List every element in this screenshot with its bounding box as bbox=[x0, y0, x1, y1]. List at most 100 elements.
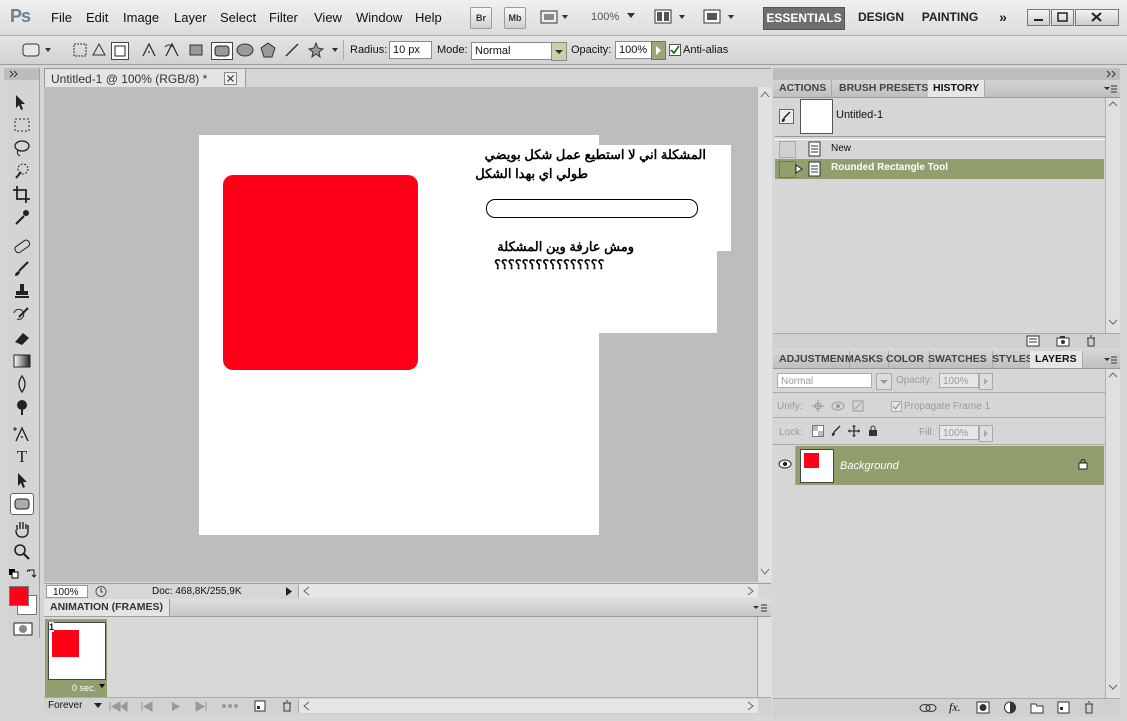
delete-state-icon[interactable] bbox=[1085, 335, 1097, 347]
rounded-rectangle-tool-icon[interactable] bbox=[10, 493, 34, 515]
tab-layers[interactable]: LAYERS bbox=[1030, 351, 1083, 368]
layers-vertical-scrollbar[interactable] bbox=[1105, 369, 1120, 698]
workspace-essentials[interactable]: ESSENTIALS bbox=[763, 7, 845, 30]
tab-brush-presets[interactable]: BRUSH PRESETS bbox=[834, 80, 935, 97]
menu-edit[interactable]: Edit bbox=[86, 10, 108, 25]
menu-image[interactable]: Image bbox=[123, 10, 159, 25]
document-horizontal-scrollbar[interactable] bbox=[298, 584, 758, 598]
tool-preset-picker[interactable] bbox=[22, 42, 54, 58]
lock-image-pixels-icon[interactable] bbox=[830, 425, 842, 437]
history-snapshot-thumbnail[interactable] bbox=[800, 99, 833, 134]
zoom-level-display[interactable]: 100% bbox=[591, 11, 619, 23]
mode-select[interactable]: Normal bbox=[471, 42, 556, 60]
close-document-icon[interactable] bbox=[224, 72, 237, 85]
shape-layers-icon[interactable] bbox=[72, 41, 88, 59]
freeform-pen-icon[interactable] bbox=[163, 41, 181, 59]
duplicate-frame-icon[interactable] bbox=[254, 700, 266, 712]
history-step-new[interactable]: New bbox=[775, 139, 1104, 159]
mode-dropdown-icon[interactable] bbox=[551, 42, 567, 61]
red-rounded-rectangle-shape[interactable] bbox=[223, 175, 418, 370]
next-frame-icon[interactable] bbox=[194, 701, 208, 712]
marquee-tool-icon[interactable] bbox=[11, 115, 33, 135]
workspace-painting[interactable]: PAINTING bbox=[918, 7, 982, 28]
pen-tool-sidebar-icon[interactable] bbox=[11, 424, 33, 444]
menu-file[interactable]: File bbox=[51, 10, 72, 25]
create-snapshot-icon[interactable] bbox=[1056, 335, 1070, 347]
document-tab[interactable]: Untitled-1 @ 100% (RGB/8) * bbox=[44, 68, 246, 88]
foreground-color-swatch[interactable] bbox=[9, 586, 29, 606]
frame-delay[interactable]: 0 sec. bbox=[72, 683, 96, 693]
status-menu-arrow-icon[interactable] bbox=[284, 585, 294, 598]
link-layers-icon[interactable] bbox=[919, 702, 937, 714]
dodge-tool-icon[interactable] bbox=[11, 397, 33, 417]
animation-panel-tab[interactable]: ANIMATION (FRAMES) bbox=[44, 599, 170, 616]
arrange-documents-icon[interactable] bbox=[654, 8, 688, 26]
screen-mode-dropdown-icon[interactable] bbox=[703, 8, 737, 26]
zoom-tool-icon[interactable] bbox=[11, 542, 33, 562]
layer-style-fx-icon[interactable]: fx. bbox=[949, 700, 961, 715]
history-brush-source-icon[interactable] bbox=[779, 109, 794, 124]
new-document-from-state-icon[interactable] bbox=[1026, 335, 1040, 347]
previous-frame-icon[interactable] bbox=[140, 701, 154, 712]
animation-frame-1[interactable]: 1 0 sec. bbox=[45, 619, 107, 697]
layers-panel-menu-icon[interactable] bbox=[1103, 355, 1119, 365]
healing-brush-tool-icon[interactable] bbox=[11, 236, 33, 256]
gradient-tool-icon[interactable] bbox=[11, 351, 33, 371]
lock-transparent-icon[interactable] bbox=[812, 425, 824, 437]
rounded-rectangle-shape-icon[interactable] bbox=[211, 42, 233, 60]
menu-layer[interactable]: Layer bbox=[174, 10, 207, 25]
tab-history[interactable]: HISTORY bbox=[928, 80, 986, 97]
delete-frame-icon[interactable] bbox=[281, 700, 293, 712]
new-group-icon[interactable] bbox=[1030, 701, 1044, 714]
tab-actions[interactable]: ACTIONS bbox=[774, 80, 833, 97]
line-shape-icon[interactable] bbox=[283, 41, 301, 59]
fill-input[interactable]: 100% bbox=[939, 425, 979, 440]
menu-help[interactable]: Help bbox=[415, 10, 442, 25]
menu-view[interactable]: View bbox=[314, 10, 342, 25]
lasso-tool-icon[interactable] bbox=[11, 138, 33, 158]
layer-background-row[interactable]: Background bbox=[775, 446, 1104, 485]
lock-position-icon[interactable] bbox=[848, 425, 860, 437]
paths-icon[interactable] bbox=[91, 41, 107, 59]
history-step-rounded-rectangle[interactable]: Rounded Rectangle Tool bbox=[775, 159, 1104, 179]
layer-opacity-arrow-icon[interactable] bbox=[979, 373, 993, 390]
lock-all-icon[interactable] bbox=[867, 425, 879, 437]
path-selection-tool-icon[interactable] bbox=[11, 470, 33, 490]
custom-shape-icon[interactable] bbox=[307, 41, 341, 59]
workspace-design[interactable]: DESIGN bbox=[853, 7, 909, 28]
history-state-slider-icon[interactable] bbox=[795, 164, 804, 174]
history-step-source-checkbox[interactable] bbox=[779, 141, 796, 158]
document-vertical-scrollbar[interactable] bbox=[757, 87, 772, 582]
restore-button[interactable] bbox=[1051, 9, 1074, 26]
menu-filter[interactable]: Filter bbox=[269, 10, 298, 25]
zoom-dropdown-icon[interactable] bbox=[627, 13, 635, 19]
opacity-slider-arrow-icon[interactable] bbox=[651, 41, 666, 60]
bridge-button[interactable]: Br bbox=[470, 7, 492, 29]
polygon-shape-icon[interactable] bbox=[259, 41, 277, 59]
status-info-icon[interactable] bbox=[94, 585, 108, 598]
ellipse-shape-icon[interactable] bbox=[236, 42, 254, 58]
hand-tool-icon[interactable] bbox=[11, 519, 33, 539]
screen-mode-icon[interactable] bbox=[540, 8, 570, 26]
loop-dropdown-icon[interactable] bbox=[94, 703, 102, 709]
delete-layer-icon[interactable] bbox=[1083, 701, 1095, 714]
first-frame-icon[interactable] bbox=[108, 701, 128, 712]
adjustment-layer-icon[interactable] bbox=[1003, 701, 1017, 714]
crop-tool-icon[interactable] bbox=[11, 184, 33, 204]
play-icon[interactable] bbox=[170, 701, 182, 712]
rectangle-shape-icon[interactable] bbox=[188, 42, 204, 58]
status-zoom-input[interactable]: 100% bbox=[46, 585, 88, 598]
blur-tool-icon[interactable] bbox=[11, 374, 33, 394]
eyedropper-tool-icon[interactable] bbox=[11, 207, 33, 227]
history-snapshot-label[interactable]: Untitled-1 bbox=[836, 109, 883, 121]
layer-name[interactable]: Background bbox=[840, 460, 899, 472]
unify-style-icon[interactable] bbox=[851, 399, 865, 413]
blend-mode-dropdown-icon[interactable] bbox=[876, 373, 892, 390]
antialias-checkbox[interactable] bbox=[669, 44, 681, 56]
radius-input[interactable]: 10 px bbox=[389, 41, 432, 59]
clone-stamp-tool-icon[interactable] bbox=[11, 282, 33, 302]
history-brush-tool-icon[interactable] bbox=[11, 305, 33, 325]
tab-adjustments[interactable]: ADJUSTMEN bbox=[774, 351, 851, 368]
mini-bridge-button[interactable]: Mb bbox=[504, 7, 526, 29]
opacity-input[interactable]: 100% bbox=[615, 41, 653, 59]
